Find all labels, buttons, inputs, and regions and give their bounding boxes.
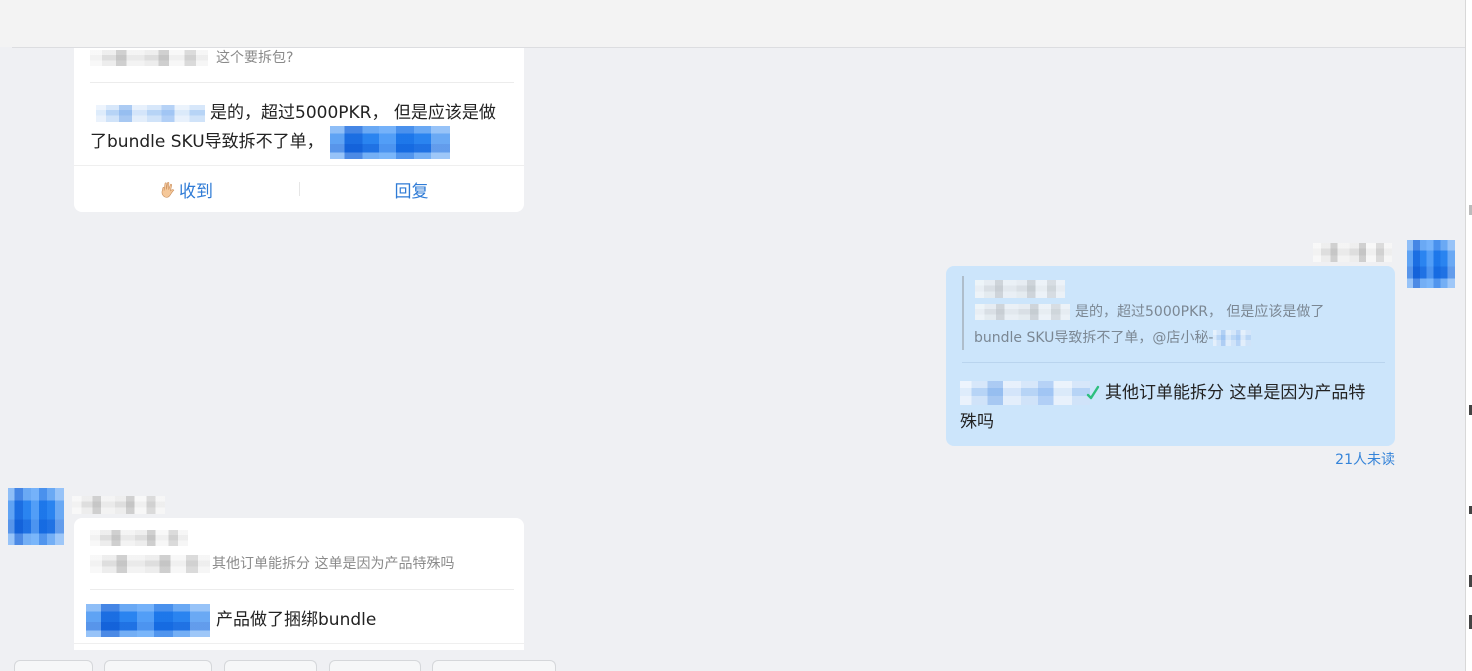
green-check-icon — [1086, 385, 1100, 400]
quoted-message[interactable]: bundle SKU导致拆不了单，@店小秘- — [974, 329, 1252, 347]
message-body-line: 殊吗 — [960, 410, 994, 434]
avatar[interactable] — [1407, 240, 1455, 288]
reply-button[interactable]: 回复 — [299, 166, 524, 212]
redacted-sender-name — [975, 280, 1065, 298]
quick-reply-bar — [0, 660, 1465, 671]
redacted-sender-name — [72, 496, 165, 514]
redacted-sender-name — [90, 530, 188, 546]
acknowledge-label: 收到 — [179, 181, 213, 202]
quoted-message[interactable]: 是的，超过5000PKR， 但是应该是做了 — [975, 303, 1324, 321]
redacted-mention[interactable] — [96, 104, 205, 122]
quoted-text: bundle SKU导致拆不了单，@店小秘- — [974, 330, 1214, 346]
message-text: 其他订单能拆分 这单是因为产品特 — [1105, 383, 1366, 403]
redacted-mention[interactable] — [960, 381, 1090, 405]
actions-divider — [74, 643, 524, 644]
quoted-text: 这个要拆包? — [216, 50, 294, 66]
redacted-mention — [1213, 330, 1252, 346]
redacted-mention[interactable] — [329, 125, 450, 159]
quoted-text: 是的，超过5000PKR， 但是应该是做了 — [1075, 304, 1325, 320]
adjacent-panel-edge — [1465, 0, 1472, 671]
quick-reply-chip[interactable] — [14, 660, 93, 671]
quick-reply-chip[interactable] — [224, 660, 317, 671]
quote-divider — [90, 589, 514, 590]
message-list[interactable]: 这个要拆包? 是的，超过5000PKR， 但是应该是做 了bundle SKU导… — [0, 48, 1465, 650]
message-text: 是的，超过5000PKR， 但是应该是做 — [210, 103, 496, 123]
message-card: 这个要拆包? 是的，超过5000PKR， 但是应该是做 了bundle SKU导… — [74, 48, 524, 212]
read-status[interactable]: 21人未读 — [1335, 451, 1395, 469]
quote-bar — [962, 276, 964, 350]
quick-reply-chip[interactable] — [104, 660, 212, 671]
message-text: 了bundle SKU导致拆不了单， — [90, 132, 324, 152]
own-message-bubble: 是的，超过5000PKR， 但是应该是做了 bundle SKU导致拆不了单，@… — [946, 266, 1395, 446]
chat-header — [0, 0, 1465, 47]
acknowledge-button[interactable]: 收到 — [74, 166, 299, 212]
redacted-sender-name — [90, 50, 208, 66]
avatar[interactable] — [8, 488, 64, 545]
message-body-line: 产品做了捆绑bundle — [86, 603, 377, 637]
quick-reply-chip[interactable] — [432, 660, 556, 671]
quoted-sender — [90, 530, 188, 546]
redacted-mention — [90, 555, 210, 573]
quote-divider — [962, 362, 1385, 363]
message-text: 产品做了捆绑bundle — [216, 610, 377, 630]
reply-label: 回复 — [394, 181, 429, 202]
actions-separator — [299, 182, 300, 196]
message-body-line: 是的，超过5000PKR， 但是应该是做 — [90, 101, 496, 125]
message-text: 殊吗 — [960, 412, 994, 432]
quoted-message[interactable]: 这个要拆包? — [90, 49, 293, 67]
message-body-line: 其他订单能拆分 这单是因为产品特 — [960, 381, 1365, 405]
redacted-sender-name — [1313, 243, 1392, 262]
quoted-sender — [975, 280, 1065, 298]
quoted-message[interactable]: 其他订单能拆分 这单是因为产品特殊吗 — [90, 555, 454, 573]
quick-reply-chip[interactable] — [329, 660, 421, 671]
message-body-line: 了bundle SKU导致拆不了单， — [90, 125, 450, 159]
redacted-mention[interactable] — [86, 603, 210, 637]
quote-divider — [90, 82, 514, 83]
redacted-mention — [975, 304, 1070, 320]
message-card: 其他订单能拆分 这单是因为产品特殊吗 产品做了捆绑bundle — [74, 518, 524, 650]
quoted-text: 其他订单能拆分 这单是因为产品特殊吗 — [212, 556, 455, 572]
message-actions: 收到 回复 — [74, 166, 524, 212]
ok-hand-icon — [161, 181, 175, 198]
